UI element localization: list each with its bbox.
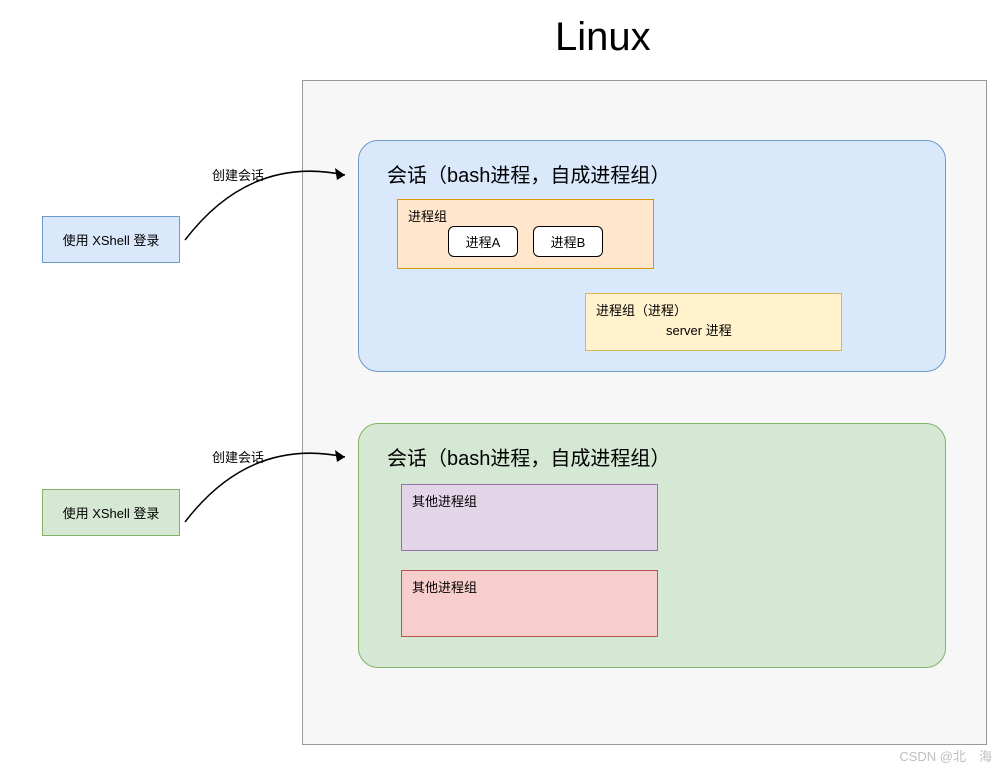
process-b: 进程B [533,226,603,257]
process-group-1: 进程组 进程A 进程B [397,199,654,269]
session-1-title: 会话（bash进程，自成进程组） [387,159,917,188]
diagram-title: Linux [555,15,651,60]
other-group-1-label: 其他进程组 [412,494,477,509]
xshell-login-box-1: 使用 XShell 登录 [42,216,180,263]
create-session-label-2: 创建会话 [212,447,264,466]
process-group-1-label: 进程组 [408,209,447,224]
create-session-label-1: 创建会话 [212,165,264,184]
process-a: 进程A [448,226,518,257]
other-process-group-1: 其他进程组 [401,484,658,551]
process-group-2-label: 进程组（进程） [596,303,687,318]
server-process: server 进程 [666,320,732,339]
other-process-group-2: 其他进程组 [401,570,658,637]
other-group-2-label: 其他进程组 [412,580,477,595]
watermark: CSDN @北 海 [899,746,992,765]
session-box-2: 会话（bash进程，自成进程组） 其他进程组 其他进程组 [358,423,946,668]
session-box-1: 会话（bash进程，自成进程组） 进程组 进程A 进程B 进程组（进程） ser… [358,140,946,372]
process-group-2: 进程组（进程） server 进程 [585,293,842,351]
xshell-login-box-2: 使用 XShell 登录 [42,489,180,536]
session-2-title: 会话（bash进程，自成进程组） [387,442,917,471]
